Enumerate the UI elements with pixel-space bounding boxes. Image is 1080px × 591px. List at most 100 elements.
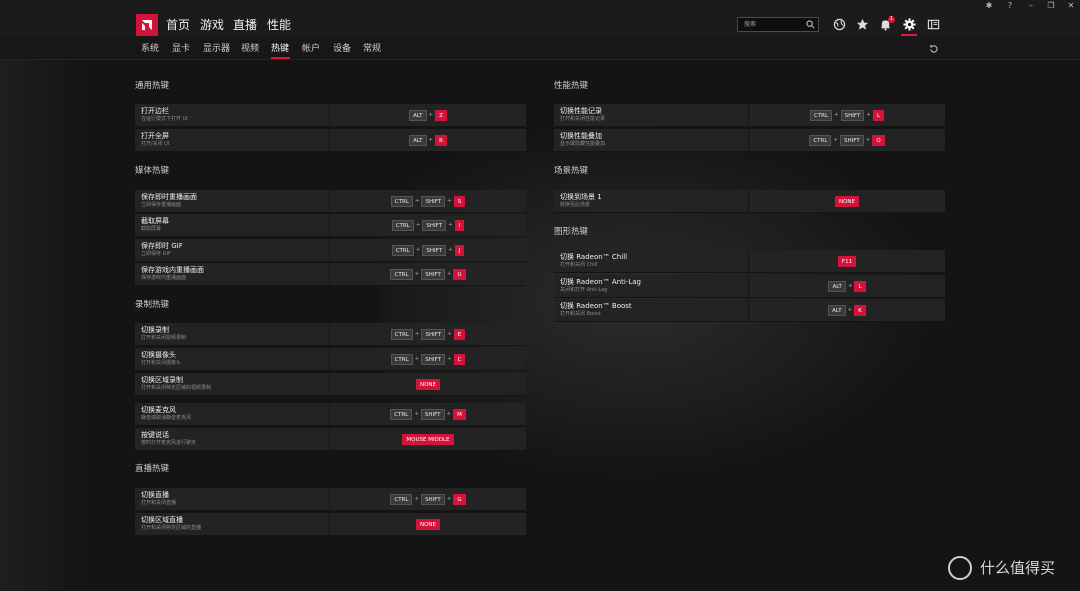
bug-report-icon[interactable]: ✱ <box>980 0 998 12</box>
tab-video[interactable]: 视频 <box>241 43 259 55</box>
key-chip: MOUSE MIDDLE <box>402 433 454 445</box>
key-plus: + <box>834 111 839 118</box>
hotkey-description: 显示或隐藏性能叠加 <box>560 141 606 147</box>
hotkey-row: 切换区域录制 打开和关闭特定区域的视频录制 NONE <box>135 373 526 396</box>
tab-hotkeys[interactable]: 热键 <box>271 43 289 55</box>
help-icon[interactable]: ? <box>1001 0 1019 12</box>
hotkey-description: 静音或取消静音麦克风 <box>141 415 192 421</box>
hotkey-binding-button[interactable]: CTRL + SHIFT + E <box>330 323 526 345</box>
hotkey-row: 切换 Radeon™ Chill 打开和关闭 Chill F11 <box>554 250 945 273</box>
hotkey-row: 切换区域直播 打开和关闭特定区域的直播 NONE <box>135 513 526 536</box>
tab-general[interactable]: 常规 <box>363 43 381 55</box>
hotkey-row: 保存游戏内重播画面 保存游戏内重播画面 CTRL + SHIFT + U <box>135 263 526 286</box>
globe-icon[interactable] <box>833 18 846 31</box>
hotkey-row: 切换 Radeon™ Boost 打开和关闭 Boost ALT + K <box>554 299 945 322</box>
hotkey-label-cell: 切换到场景 1 转换至此场景 <box>554 190 749 212</box>
hotkey-binding-button[interactable]: NONE <box>749 190 945 212</box>
hotkey-binding-button[interactable]: ALT + R <box>330 129 526 151</box>
hotkey-row: 切换性能叠加 显示或隐藏性能叠加 CTRL + SHIFT + O <box>554 129 945 152</box>
key-chip: NONE <box>415 378 441 390</box>
hotkey-binding-button[interactable]: CTRL + SHIFT + M <box>330 403 526 425</box>
tab-system[interactable]: 系统 <box>141 43 159 55</box>
hotkey-name: 切换到场景 1 <box>560 193 602 201</box>
nav-performance[interactable]: 性能 <box>267 17 291 33</box>
hotkey-binding-button[interactable]: CTRL + SHIFT + S <box>330 190 526 212</box>
key-plus: + <box>833 136 839 143</box>
tab-display[interactable]: 显示器 <box>203 43 230 55</box>
hotkey-name: 保存即时 GIF <box>141 242 183 250</box>
hotkey-binding-button[interactable]: CTRL + SHIFT + C <box>330 348 526 370</box>
hotkey-binding-button[interactable]: CTRL + SHIFT + J <box>330 239 526 261</box>
key-chip: ALT <box>828 304 846 316</box>
close-icon[interactable]: ✕ <box>1062 0 1080 12</box>
nav-home[interactable]: 首页 <box>166 17 190 33</box>
hotkey-name: 切换 Radeon™ Chill <box>560 253 628 261</box>
hotkey-binding-button[interactable]: F11 <box>749 250 945 272</box>
tab-account[interactable]: 帐户 <box>302 43 320 55</box>
hotkey-row: 切换直播 打开和关闭直播 CTRL + SHIFT + G <box>135 488 526 511</box>
key-plus: + <box>414 330 420 337</box>
hotkey-binding-button[interactable]: ALT + L <box>749 275 945 297</box>
key-plus: + <box>448 246 453 253</box>
key-chip: SHIFT <box>420 408 445 420</box>
hotkey-binding-button[interactable]: NONE <box>330 513 526 535</box>
key-chip: Z <box>435 109 447 121</box>
nav-games[interactable]: 游戏 <box>200 17 224 33</box>
hotkey-binding-button[interactable]: CTRL + SHIFT + L <box>749 104 945 126</box>
hotkey-binding-button[interactable]: CTRL + SHIFT + O <box>749 129 945 151</box>
hotkey-binding-button[interactable]: MOUSE MIDDLE <box>330 428 526 450</box>
key-plus: + <box>414 410 419 417</box>
hotkey-description: 立即保存 GIF <box>141 251 171 257</box>
key-chip: L <box>872 109 885 121</box>
key-chip: S <box>453 195 466 207</box>
hotkey-description: 在运行模式下打开 UI <box>141 116 188 122</box>
tab-graphics[interactable]: 显卡 <box>172 43 190 55</box>
hotkey-binding-button[interactable]: ALT + K <box>749 299 945 321</box>
hotkey-label-cell: 切换区域直播 打开和关闭特定区域的直播 <box>135 513 330 535</box>
reset-icon[interactable] <box>929 44 938 53</box>
section-title: 通用热键 <box>135 81 170 91</box>
section-title: 录制热键 <box>135 300 170 310</box>
key-chip: CTRL <box>391 244 414 256</box>
hotkey-binding-button[interactable]: CTRL + SHIFT + U <box>330 263 526 285</box>
search-input[interactable]: 搜索 <box>737 17 819 32</box>
hotkey-name: 打开全屏 <box>141 132 169 140</box>
hotkey-label-cell: 保存即时 GIF 立即保存 GIF <box>135 239 330 261</box>
key-plus: + <box>414 270 420 277</box>
hotkey-binding-button[interactable]: CTRL + SHIFT + I <box>330 214 526 236</box>
key-plus: + <box>414 197 420 204</box>
section-title: 性能热键 <box>554 81 589 91</box>
key-chip: O <box>872 134 885 146</box>
hotkey-label-cell: 切换 Radeon™ Chill 打开和关闭 Chill <box>554 250 749 272</box>
key-chip: E <box>453 328 466 340</box>
hotkey-binding-button[interactable]: ALT + Z <box>330 104 526 126</box>
gear-icon[interactable] <box>903 18 916 31</box>
key-chip: ALT <box>828 280 846 292</box>
hotkey-row: 切换摄像头 打开和关闭摄像头 CTRL + SHIFT + C <box>135 348 526 371</box>
hotkey-label-cell: 切换摄像头 打开和关闭摄像头 <box>135 348 330 370</box>
star-icon[interactable] <box>856 18 869 31</box>
hotkey-row: 切换录制 打开和关闭视频录制 CTRL + SHIFT + E <box>135 323 526 346</box>
tab-devices[interactable]: 设备 <box>333 43 351 55</box>
hotkey-binding-button[interactable]: CTRL + SHIFT + G <box>330 488 526 510</box>
key-chip: CTRL <box>390 328 413 340</box>
restore-icon[interactable]: ❐ <box>1042 0 1060 12</box>
key-chip: CTRL <box>809 109 833 121</box>
amd-logo[interactable] <box>136 14 158 36</box>
key-chip: CTRL <box>390 195 413 207</box>
key-chip: R <box>435 134 447 146</box>
key-chip: I <box>454 219 465 231</box>
settings-tabs <box>0 37 1080 60</box>
hotkey-label-cell: 保存即时重播画面 立即保存重播画面 <box>135 190 330 212</box>
key-plus: + <box>428 111 434 118</box>
hotkey-label-cell: 切换性能叠加 显示或隐藏性能叠加 <box>554 129 749 151</box>
hotkey-binding-button[interactable]: NONE <box>330 373 526 395</box>
key-chip: SHIFT <box>421 195 446 207</box>
hotkey-label-cell: 切换性能记录 打开和关闭性能记录 <box>554 104 749 126</box>
sidebar-toggle-icon[interactable] <box>927 18 940 31</box>
hotkey-name: 截取屏幕 <box>141 217 169 225</box>
hotkey-label-cell: 切换 Radeon™ Boost 打开和关闭 Boost <box>554 299 749 321</box>
minimize-icon[interactable]: – <box>1022 0 1040 12</box>
nav-streaming[interactable]: 直播 <box>233 17 257 33</box>
key-chip: G <box>453 493 466 505</box>
